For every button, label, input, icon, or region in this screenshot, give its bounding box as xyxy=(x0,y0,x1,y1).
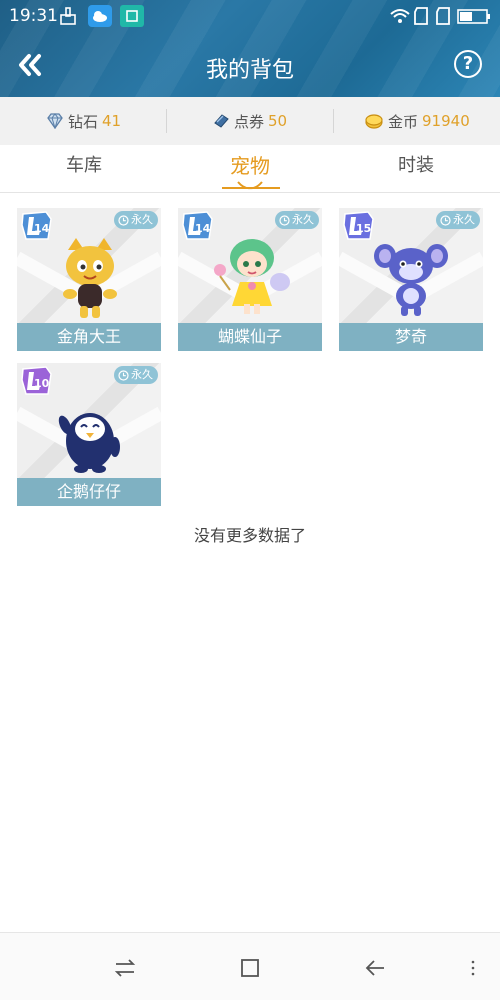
clock-icon xyxy=(118,369,129,381)
currency-label: 点券 xyxy=(234,112,265,131)
duration-label: 永久 xyxy=(131,213,153,226)
tab-garage[interactable]: 车库 xyxy=(34,145,134,193)
coupon-balance: 点券 50 xyxy=(212,97,287,145)
divider xyxy=(166,109,167,133)
mengqi-image xyxy=(374,244,448,316)
status-bar: 19:31 xyxy=(0,0,500,34)
level-number: 14 xyxy=(34,222,50,235)
clock-icon xyxy=(440,214,451,226)
status-time: 19:31 xyxy=(9,6,58,26)
coin-balance: 金币 91940 xyxy=(364,97,470,145)
diamond-balance: 钻石 41 xyxy=(46,97,121,145)
duration-badge: 永久 xyxy=(436,211,480,229)
active-tab-indicator xyxy=(222,181,280,190)
clock-icon xyxy=(118,214,129,226)
divider xyxy=(333,109,334,133)
pet-name: 企鹅仔仔 xyxy=(17,478,161,506)
coupon-icon xyxy=(214,114,229,128)
tab-fashion[interactable]: 时装 xyxy=(366,145,466,193)
clock-icon xyxy=(279,214,290,226)
currency-bar: 钻石 41 点券 50 金币 91940 xyxy=(0,97,500,145)
no-more-data-text: 没有更多数据了 xyxy=(193,526,306,545)
menu-switch-icon[interactable] xyxy=(110,953,140,983)
duration-label: 永久 xyxy=(453,213,475,226)
currency-value: 50 xyxy=(268,112,288,130)
duration-badge: 永久 xyxy=(114,366,158,384)
pet-card[interactable]: 10 永久 企鹅仔仔 xyxy=(17,363,161,506)
pet-name: 梦奇 xyxy=(339,323,483,351)
screenshot-icon xyxy=(120,5,144,27)
golden-horn-king-image xyxy=(63,238,117,318)
page-title: 我的背包 xyxy=(205,58,294,83)
help-button[interactable]: ? xyxy=(454,50,482,78)
sim1-icon xyxy=(414,7,428,25)
pet-card[interactable]: 15 永久 梦奇 xyxy=(339,208,483,351)
app-header: 19:31 我的背包 ? xyxy=(0,0,500,97)
sim2-icon xyxy=(436,7,450,25)
coin-icon xyxy=(365,114,383,129)
diamond-icon xyxy=(47,113,63,129)
butterfly-fairy-image xyxy=(214,239,290,314)
currency-value: 41 xyxy=(102,112,122,130)
pet-name: 蝴蝶仙子 xyxy=(178,323,322,351)
pet-card[interactable]: 14 永久 蝴蝶仙子 xyxy=(178,208,322,351)
back-arrow-icon[interactable] xyxy=(360,953,390,983)
currency-label: 钻石 xyxy=(68,112,99,131)
weather-icon xyxy=(88,5,112,27)
cleaner-icon xyxy=(60,7,76,25)
wifi-icon xyxy=(390,9,410,23)
duration-badge: 永久 xyxy=(275,211,319,229)
more-icon[interactable] xyxy=(458,953,488,983)
pet-name: 金角大王 xyxy=(17,323,161,351)
currency-value: 91940 xyxy=(422,112,470,130)
pet-card[interactable]: 14 永久 金角大王 xyxy=(17,208,161,351)
home-square-icon[interactable] xyxy=(235,953,265,983)
duration-label: 永久 xyxy=(292,213,314,226)
duration-label: 永久 xyxy=(131,368,153,381)
penguin-image xyxy=(58,413,120,473)
duration-badge: 永久 xyxy=(114,211,158,229)
level-number: 15 xyxy=(356,222,372,235)
battery-icon xyxy=(457,9,490,24)
currency-label: 金币 xyxy=(388,112,419,131)
system-nav-bar xyxy=(0,932,500,1000)
level-number: 10 xyxy=(34,377,50,390)
